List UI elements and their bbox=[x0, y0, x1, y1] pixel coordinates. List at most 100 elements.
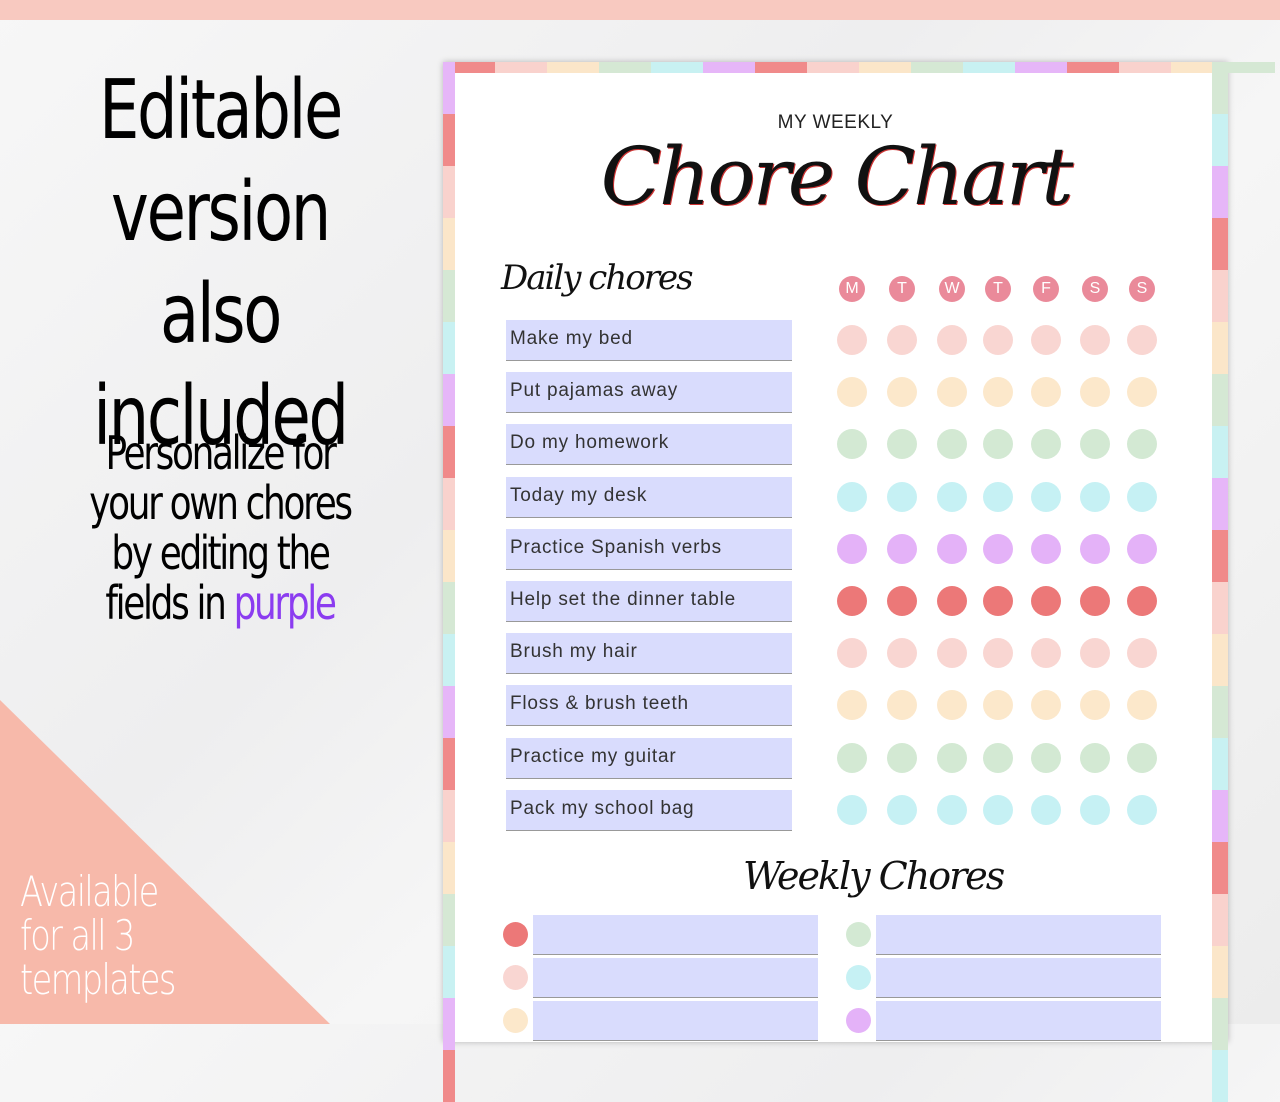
top-banner bbox=[0, 0, 1280, 20]
checkbox-dot[interactable] bbox=[887, 586, 917, 616]
border-stripe bbox=[1223, 62, 1275, 73]
checkbox-dot[interactable] bbox=[837, 325, 867, 355]
chore-field[interactable]: Make my bed bbox=[506, 320, 792, 361]
weekly-chore-field[interactable] bbox=[533, 958, 818, 998]
checkbox-dot[interactable] bbox=[937, 533, 967, 564]
weekly-chore-field[interactable] bbox=[876, 1001, 1161, 1041]
checkbox-dot[interactable] bbox=[1031, 377, 1061, 408]
checkbox-dot[interactable] bbox=[983, 533, 1013, 564]
weekly-chore-field[interactable] bbox=[876, 915, 1161, 955]
checkbox-dot[interactable] bbox=[1031, 742, 1061, 773]
checkbox-dot[interactable] bbox=[1080, 325, 1110, 355]
checkbox-dot[interactable] bbox=[1127, 325, 1157, 355]
chore-field[interactable]: Today my desk bbox=[506, 476, 792, 518]
checkbox-dot[interactable] bbox=[1127, 742, 1157, 773]
checkbox-dot[interactable] bbox=[887, 742, 917, 773]
checkbox-dot[interactable] bbox=[1080, 481, 1110, 512]
checkbox-dot[interactable] bbox=[983, 794, 1013, 825]
chore-field[interactable]: Put pajamas away bbox=[506, 372, 792, 414]
chore-field[interactable]: Do my homework bbox=[506, 424, 792, 466]
checkbox-dot[interactable] bbox=[887, 638, 917, 669]
checkbox-dot[interactable] bbox=[846, 1008, 871, 1033]
checkbox-dot[interactable] bbox=[1080, 742, 1110, 773]
checkbox-dot[interactable] bbox=[1031, 586, 1061, 616]
checkbox-dot[interactable] bbox=[1080, 377, 1110, 408]
checkbox-dot[interactable] bbox=[1031, 325, 1061, 355]
checkbox-dot[interactable] bbox=[937, 429, 967, 460]
checkbox-dot[interactable] bbox=[1127, 638, 1157, 669]
checkbox-dot[interactable] bbox=[937, 481, 967, 512]
checkbox-dot[interactable] bbox=[1031, 638, 1061, 669]
checkbox-dot[interactable] bbox=[937, 586, 967, 616]
checkbox-dot[interactable] bbox=[846, 922, 871, 947]
checkbox-dot[interactable] bbox=[887, 377, 917, 408]
checkbox-dot[interactable] bbox=[846, 965, 871, 990]
checkbox-dot[interactable] bbox=[1127, 377, 1157, 408]
checkbox-dot[interactable] bbox=[983, 429, 1013, 460]
checkbox-dot[interactable] bbox=[983, 325, 1013, 355]
chore-field[interactable]: Floss & brush teeth bbox=[506, 685, 792, 727]
weekly-chore-field[interactable] bbox=[876, 958, 1161, 998]
checkbox-dot[interactable] bbox=[503, 1008, 528, 1033]
checkbox-dot[interactable] bbox=[1080, 586, 1110, 616]
checkbox-dot[interactable] bbox=[837, 429, 867, 460]
checkbox-dot[interactable] bbox=[837, 638, 867, 669]
checkbox-dot[interactable] bbox=[1031, 533, 1061, 564]
checkbox-dot[interactable] bbox=[837, 533, 867, 564]
checkbox-dot[interactable] bbox=[1031, 481, 1061, 512]
checkbox-dot[interactable] bbox=[1031, 429, 1061, 460]
checkbox-dot[interactable] bbox=[837, 690, 867, 721]
checkbox-dot[interactable] bbox=[837, 481, 867, 512]
checkbox-dot[interactable] bbox=[983, 742, 1013, 773]
checkbox-dot[interactable] bbox=[1127, 690, 1157, 721]
border-stripe bbox=[1212, 374, 1228, 426]
checkbox-dot[interactable] bbox=[983, 690, 1013, 721]
checkbox-dot[interactable] bbox=[1127, 429, 1157, 460]
checkbox-dot[interactable] bbox=[983, 638, 1013, 669]
checkbox-dot[interactable] bbox=[937, 325, 967, 355]
checkbox-dot[interactable] bbox=[983, 481, 1013, 512]
checkbox-dot[interactable] bbox=[503, 922, 528, 947]
checkbox-dot[interactable] bbox=[1080, 429, 1110, 460]
chore-field[interactable]: Pack my school bag bbox=[506, 789, 792, 831]
border-stripe bbox=[703, 62, 755, 73]
checkbox-dot[interactable] bbox=[887, 690, 917, 721]
chore-field[interactable]: Brush my hair bbox=[506, 633, 792, 675]
checkbox-dot[interactable] bbox=[887, 794, 917, 825]
chore-field[interactable]: Practice my guitar bbox=[506, 737, 792, 779]
checkbox-dot[interactable] bbox=[983, 377, 1013, 408]
border-stripe bbox=[1015, 62, 1067, 73]
checkbox-dot[interactable] bbox=[837, 794, 867, 825]
chart-title: Chore Chart bbox=[600, 130, 1074, 223]
border-stripe bbox=[1212, 530, 1228, 582]
weekly-chore-field[interactable] bbox=[533, 915, 818, 955]
checkbox-dot[interactable] bbox=[937, 377, 967, 408]
checkbox-dot[interactable] bbox=[937, 794, 967, 825]
weekly-chore-field[interactable] bbox=[533, 1001, 818, 1041]
checkbox-dot[interactable] bbox=[887, 325, 917, 355]
checkbox-dot[interactable] bbox=[937, 638, 967, 669]
checkbox-dot[interactable] bbox=[1031, 690, 1061, 721]
chore-field[interactable]: Practice Spanish verbs bbox=[506, 528, 792, 570]
checkbox-dot[interactable] bbox=[1080, 638, 1110, 669]
checkbox-dot[interactable] bbox=[1127, 481, 1157, 512]
checkbox-dot[interactable] bbox=[1127, 586, 1157, 616]
checkbox-dot[interactable] bbox=[1080, 794, 1110, 825]
personalize-text: Personalize for your own chores by editi… bbox=[48, 428, 391, 628]
checkbox-dot[interactable] bbox=[937, 742, 967, 773]
checkbox-dot[interactable] bbox=[1031, 794, 1061, 825]
checkbox-dot[interactable] bbox=[887, 533, 917, 564]
checkbox-dot[interactable] bbox=[937, 690, 967, 721]
checkbox-dot[interactable] bbox=[1127, 794, 1157, 825]
checkbox-dot[interactable] bbox=[1127, 533, 1157, 564]
checkbox-dot[interactable] bbox=[983, 586, 1013, 616]
checkbox-dot[interactable] bbox=[887, 429, 917, 460]
checkbox-dot[interactable] bbox=[837, 377, 867, 408]
chore-field[interactable]: Help set the dinner table bbox=[506, 581, 792, 622]
checkbox-dot[interactable] bbox=[1080, 690, 1110, 721]
checkbox-dot[interactable] bbox=[1080, 533, 1110, 564]
checkbox-dot[interactable] bbox=[503, 965, 528, 990]
checkbox-dot[interactable] bbox=[837, 742, 867, 773]
checkbox-dot[interactable] bbox=[887, 481, 917, 512]
checkbox-dot[interactable] bbox=[837, 586, 867, 616]
